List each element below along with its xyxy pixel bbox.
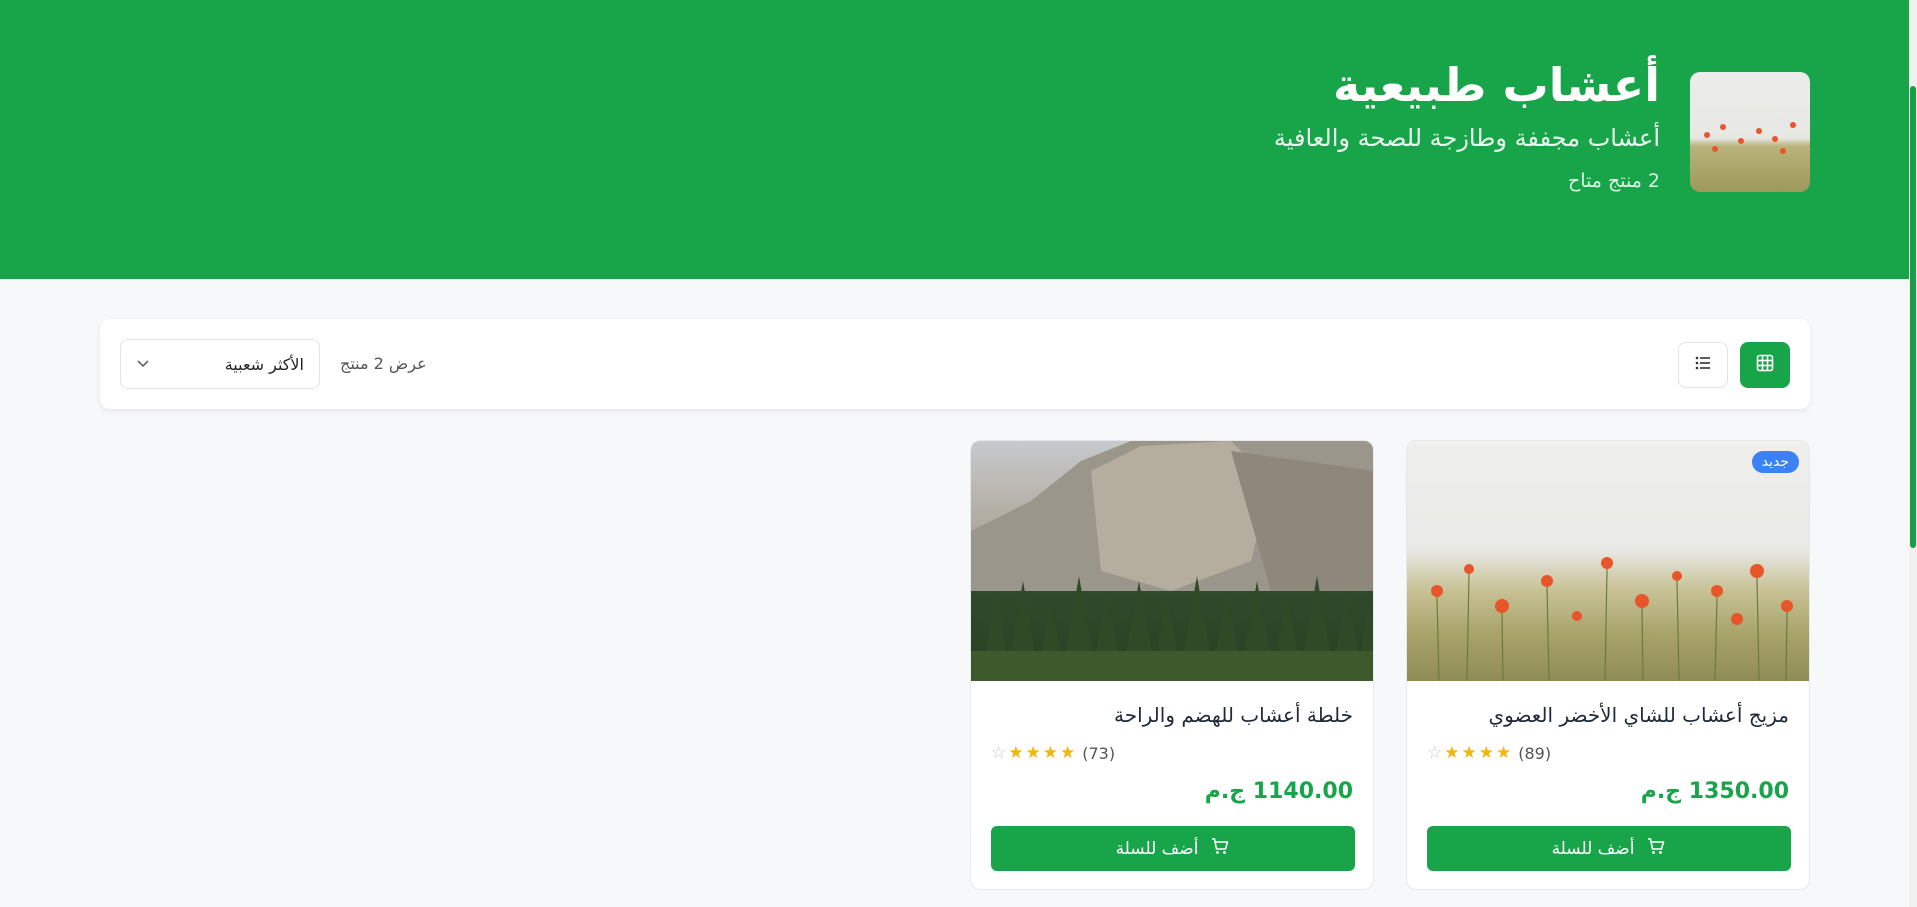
product-image[interactable] <box>971 441 1373 681</box>
products-toolbar: الأكثر شعبية عرض 2 منتج <box>100 319 1810 409</box>
product-title[interactable]: خلطة أعشاب للهضم والراحة <box>1114 703 1353 727</box>
page-title: أعشاب طبيعية <box>1332 58 1660 112</box>
category-image <box>1690 72 1810 192</box>
add-to-cart-button[interactable]: أضف للسلة <box>991 826 1355 871</box>
star-icon: ★ <box>1444 743 1460 763</box>
rating: ☆ ★ ★ ★ ★ (73) <box>991 744 1115 763</box>
product-card[interactable]: خلطة أعشاب للهضم والراحة ☆ ★ ★ ★ ★ (73) … <box>970 440 1374 890</box>
list-view-button[interactable] <box>1678 342 1728 388</box>
sort-select[interactable]: الأكثر شعبية <box>120 339 320 389</box>
product-title[interactable]: مزيج أعشاب للشاي الأخضر العضوي <box>1488 703 1789 727</box>
star-icon: ★ <box>1025 743 1041 763</box>
scrollbar-thumb[interactable] <box>1910 86 1916 548</box>
new-badge: جديد <box>1751 451 1799 473</box>
star-icon: ★ <box>1461 743 1477 763</box>
review-count: (89) <box>1518 744 1552 763</box>
list-icon <box>1694 354 1712 376</box>
product-image[interactable] <box>1407 441 1809 681</box>
grid-view-button[interactable] <box>1740 342 1790 388</box>
grid-icon <box>1756 354 1774 376</box>
product-price: 1140.00 ج.م <box>1204 779 1353 804</box>
add-to-cart-label: أضف للسلة <box>1551 838 1635 859</box>
product-count: 2 منتج متاح <box>1567 170 1660 192</box>
review-count: (73) <box>1082 744 1116 763</box>
product-price: 1350.00 ج.م <box>1640 779 1789 804</box>
results-count: عرض 2 منتج <box>340 354 427 373</box>
star-icon: ★ <box>1496 743 1512 763</box>
star-icon: ★ <box>1060 743 1076 763</box>
star-empty-icon: ☆ <box>991 743 1007 763</box>
star-icon: ★ <box>1478 743 1494 763</box>
star-empty-icon: ☆ <box>1427 743 1443 763</box>
add-to-cart-label: أضف للسلة <box>1115 838 1199 859</box>
sort-select-value: الأكثر شعبية <box>224 354 304 374</box>
scrollbar[interactable] <box>1909 0 1917 907</box>
cart-icon <box>1646 836 1666 861</box>
add-to-cart-button[interactable]: أضف للسلة <box>1427 826 1791 871</box>
rating: ☆ ★ ★ ★ ★ (89) <box>1427 744 1551 763</box>
star-icon: ★ <box>1008 743 1024 763</box>
page-subtitle: أعشاب مجففة وطازجة للصحة والعافية <box>1273 124 1660 152</box>
cart-icon <box>1210 836 1230 861</box>
chevron-down-icon <box>136 355 150 374</box>
star-icon: ★ <box>1042 743 1058 763</box>
category-header: أعشاب طبيعية أعشاب مجففة وطازجة للصحة وا… <box>0 0 1917 279</box>
product-card[interactable]: جديد مزيج أعشاب للشاي الأخضر العضوي ☆ ★ … <box>1406 440 1810 890</box>
